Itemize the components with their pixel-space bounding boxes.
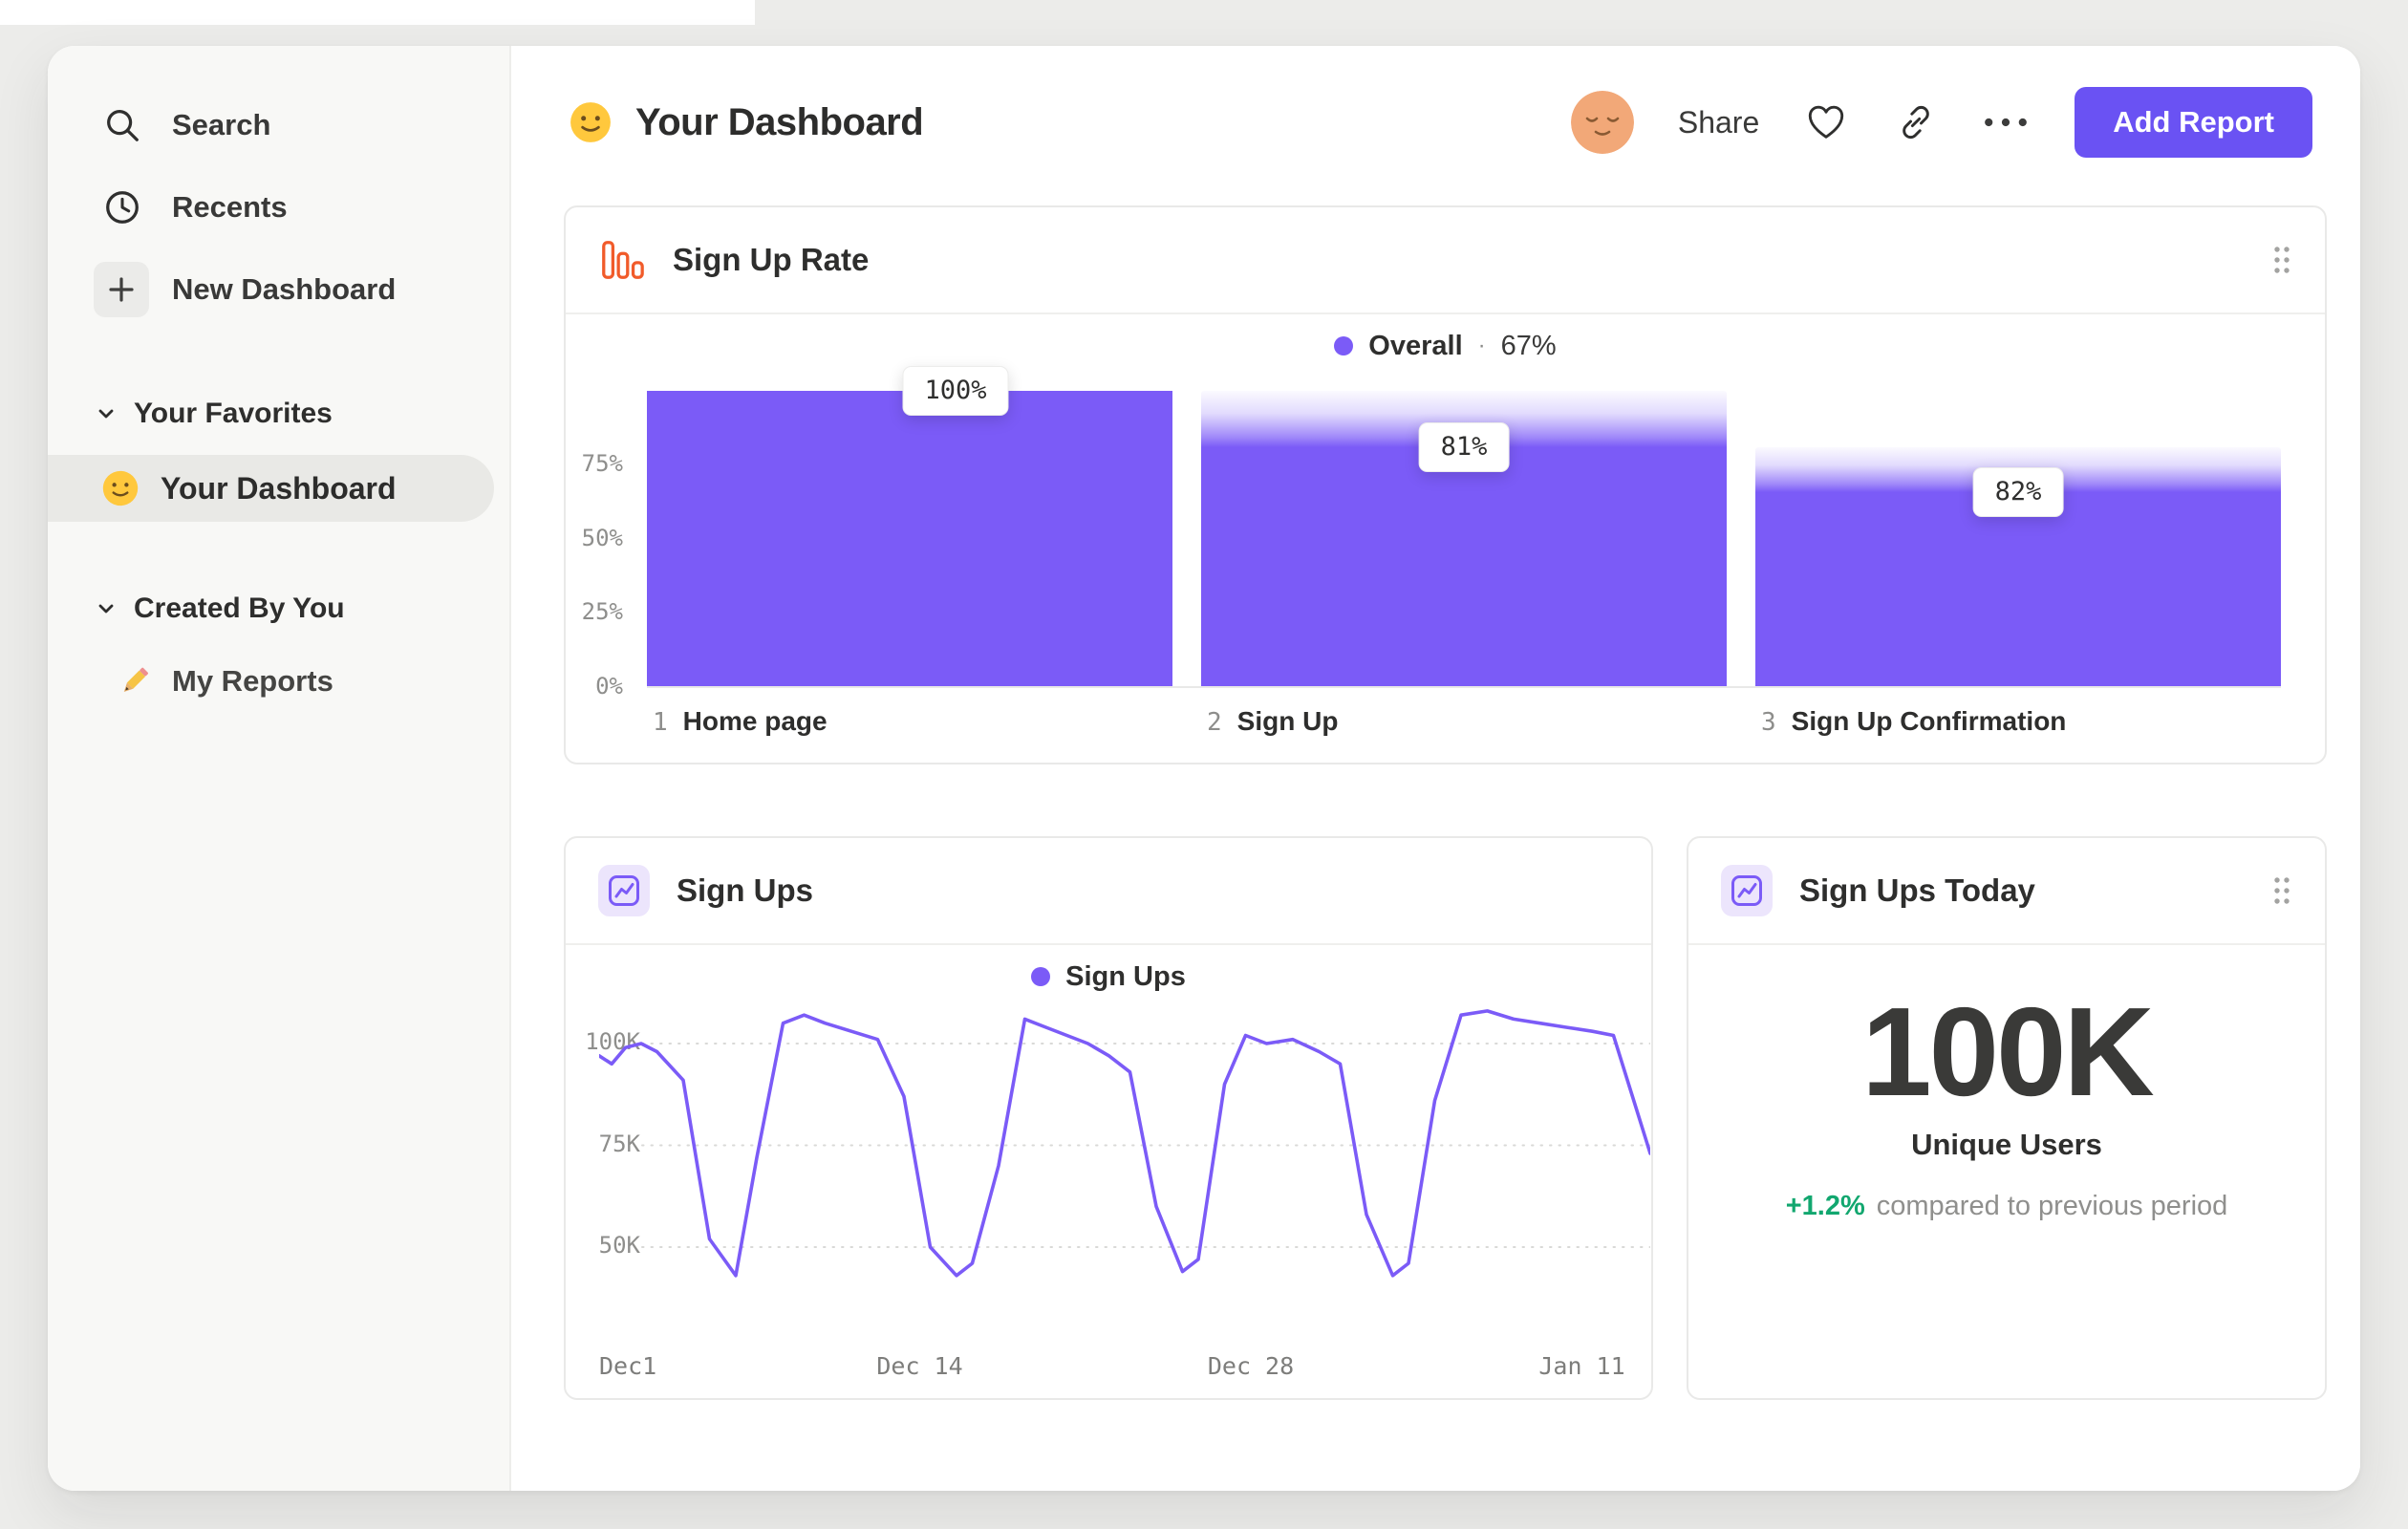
step-label: 3 Sign Up Confirmation — [1761, 706, 2066, 737]
sign-up-rate-card: Sign Up Rate Overall · 67% 75% 50% 25% 0… — [564, 205, 2327, 764]
x-axis-tick: Dec1 — [599, 1352, 657, 1380]
avatar[interactable] — [1570, 91, 1634, 154]
step-name: Sign Up Confirmation — [1791, 706, 2067, 736]
metric-delta: +1.2% compared to previous period — [1786, 1191, 2228, 1222]
search-icon — [101, 104, 143, 146]
line-chart-icon — [598, 865, 650, 916]
favorites-section-header[interactable]: Your Favorites — [48, 384, 509, 443]
section-header-label: Created By You — [134, 592, 345, 624]
bar-value-tooltip: 100% — [902, 366, 1009, 416]
metric-label: Unique Users — [1911, 1128, 2102, 1161]
background-strip — [0, 0, 755, 25]
step-label: 2 Sign Up — [1207, 706, 1338, 737]
y-axis-tick: 0% — [595, 673, 623, 700]
copy-link-button[interactable] — [1893, 99, 1939, 145]
sidebar: Search Recents New Dashboard Your Favori… — [48, 46, 511, 1491]
sidebar-item-recents[interactable]: Recents — [48, 166, 509, 248]
metric-value: 100K — [1861, 981, 2155, 1122]
legend-label: Overall — [1368, 330, 1463, 361]
legend-separator: · — [1477, 333, 1486, 358]
step-index: 2 — [1207, 708, 1222, 737]
legend-value: 67% — [1500, 330, 1557, 361]
funnel-bar-home-page[interactable]: 100% — [647, 366, 1172, 688]
chevron-down-icon — [96, 403, 117, 424]
card-header: Sign Ups Today — [1688, 838, 2325, 945]
step-name: Sign Up — [1236, 706, 1339, 736]
x-axis-tick: Dec 14 — [876, 1352, 963, 1380]
drag-handle[interactable] — [2271, 873, 2292, 908]
card-title: Sign Ups Today — [1799, 872, 2035, 908]
y-axis-tick: 50% — [581, 524, 623, 551]
app-window: Search Recents New Dashboard Your Favori… — [48, 46, 2360, 1491]
x-axis-baseline — [647, 686, 2281, 688]
y-axis-tick: 75% — [581, 449, 623, 477]
sidebar-item-search[interactable]: Search — [48, 84, 509, 166]
funnel-chart: 100% 81% 82% — [647, 366, 2281, 688]
clock-icon — [101, 186, 143, 228]
card-title: Sign Ups — [677, 872, 814, 908]
more-options-button[interactable] — [1983, 99, 2029, 145]
share-button[interactable]: Share — [1678, 105, 1759, 140]
drag-handle[interactable] — [2271, 243, 2292, 277]
bar-value-tooltip: 82% — [1972, 466, 2064, 517]
sign-ups-today-card: Sign Ups Today 100K Unique Users +1.2% c… — [1687, 836, 2327, 1400]
bar-value-tooltip: 81% — [1418, 422, 1510, 473]
link-icon — [1903, 105, 1929, 140]
x-axis-tick: Jan 11 — [1538, 1352, 1625, 1380]
legend-dot — [1031, 967, 1051, 986]
sidebar-item-my-reports[interactable]: My Reports — [48, 654, 509, 709]
main-content: Your Dashboard Share Add Report Sign Up … — [511, 46, 2360, 1491]
sidebar-item-label: New Dashboard — [172, 272, 397, 306]
sidebar-item-new-dashboard[interactable]: New Dashboard — [48, 248, 509, 331]
step-index: 1 — [653, 708, 668, 737]
sidebar-item-label: Your Dashboard — [161, 470, 397, 506]
sidebar-item-label: Search — [172, 108, 271, 141]
smiley-icon — [569, 100, 613, 144]
funnel-bar-fill — [647, 391, 1172, 688]
delta-value: +1.2% — [1785, 1191, 1865, 1221]
add-report-button[interactable]: Add Report — [2075, 87, 2312, 158]
delta-comparison-text: compared to previous period — [1876, 1191, 2228, 1221]
funnel-legend: Overall · 67% — [566, 326, 2325, 366]
legend-dot — [1334, 336, 1354, 355]
metric-body: 100K Unique Users +1.2% compared to prev… — [1688, 945, 2325, 1398]
funnel-bar-sign-up[interactable]: 81% — [1201, 391, 1727, 688]
dashboard-header: Your Dashboard Share Add Report — [511, 46, 2360, 199]
chevron-down-icon — [96, 598, 117, 619]
y-axis-tick: 25% — [581, 598, 623, 626]
ellipsis-icon — [1985, 118, 2028, 127]
funnel-bar-sign-up-confirmation[interactable]: 82% — [1755, 391, 2281, 688]
step-index: 3 — [1761, 708, 1776, 737]
line-chart-icon — [1721, 865, 1773, 916]
pencil-icon — [117, 664, 151, 699]
sidebar-item-your-dashboard-selected[interactable]: Your Dashboard — [48, 455, 494, 522]
funnel-bar-fill — [1201, 447, 1727, 688]
smiley-icon — [101, 469, 140, 507]
card-header: Sign Ups — [566, 838, 1651, 945]
header-actions: Share Add Report — [1570, 87, 2312, 158]
funnel-bar-fill — [1755, 491, 2281, 688]
card-header: Sign Up Rate — [566, 207, 2325, 314]
page-title-group: Your Dashboard — [569, 100, 924, 144]
legend-label: Sign Ups — [1065, 960, 1186, 992]
line-chart — [599, 1009, 1650, 1278]
card-title: Sign Up Rate — [673, 242, 870, 277]
sidebar-item-label: Recents — [172, 190, 288, 224]
gridlines — [641, 1043, 1650, 1248]
step-label: 1 Home page — [653, 706, 828, 737]
favorite-heart-button[interactable] — [1803, 99, 1849, 145]
section-header-label: Your Favorites — [134, 398, 333, 429]
sidebar-item-label: My Reports — [172, 664, 333, 698]
created-section-header[interactable]: Created By You — [48, 579, 509, 638]
sign-ups-series-line — [599, 1009, 1650, 1278]
funnel-step-labels: 1 Home page 2 Sign Up 3 Sign Up Confirma… — [647, 706, 2281, 744]
plus-icon — [94, 262, 149, 317]
step-name: Home page — [682, 706, 828, 736]
heart-icon — [1809, 105, 1844, 139]
funnel-chart-icon — [598, 236, 646, 284]
x-axis-tick: Dec 28 — [1207, 1352, 1295, 1380]
sign-ups-card: Sign Ups Sign Ups 100K 75K 50K Dec1 Dec … — [564, 836, 1653, 1400]
page-title: Your Dashboard — [635, 100, 924, 143]
